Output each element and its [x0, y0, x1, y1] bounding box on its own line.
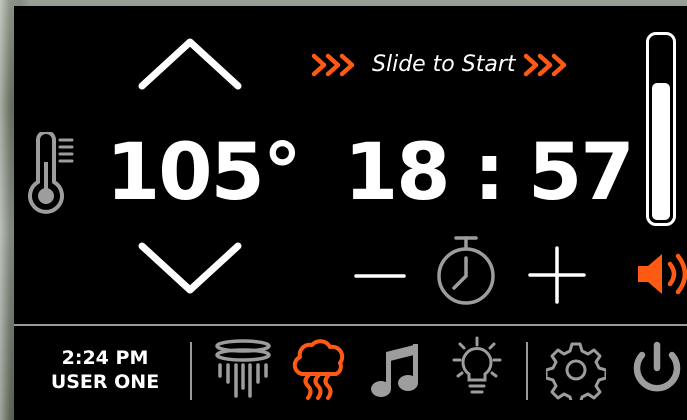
plus-icon — [528, 246, 586, 304]
settings-divider — [526, 342, 528, 400]
temperature-value: 105° — [106, 128, 302, 218]
steam-button[interactable] — [288, 336, 348, 402]
thermometer-indicator — [28, 132, 76, 214]
chevrons-right-icon — [523, 53, 566, 77]
chevrons-right-icon — [311, 53, 355, 77]
temperature-up-button[interactable] — [138, 36, 242, 90]
power-icon — [633, 341, 681, 392]
power-button[interactable] — [628, 340, 686, 400]
thermometer-icon — [28, 132, 74, 214]
light-button[interactable] — [446, 336, 508, 402]
volume-slider[interactable] — [646, 32, 676, 226]
slide-to-start[interactable]: Slide to Start — [310, 50, 568, 80]
timer-plus-button[interactable] — [524, 242, 590, 308]
timer-minus-button[interactable] — [352, 248, 408, 304]
status-divider — [190, 342, 192, 400]
chevron-down-icon — [138, 242, 242, 294]
clock-time: 2:24 PM — [61, 347, 149, 369]
timer-button[interactable] — [432, 234, 500, 306]
slide-to-start-label: Slide to Start — [372, 52, 516, 77]
status-display: 2:24 PM USER ONE — [30, 346, 180, 394]
chevron-up-icon — [138, 38, 242, 90]
user-name: USER ONE — [50, 371, 160, 393]
minus-icon — [354, 274, 406, 278]
temperature-down-button[interactable] — [138, 242, 242, 296]
settings-button[interactable] — [546, 340, 606, 400]
music-icon — [371, 344, 418, 397]
settings-gear-icon — [546, 342, 606, 400]
bottom-bar-divider — [14, 324, 687, 326]
steam-icon — [292, 339, 345, 400]
volume-button[interactable] — [634, 248, 687, 300]
timer-value: 18 : 57 — [344, 128, 635, 218]
rain-head-button[interactable] — [210, 338, 276, 400]
volume-slider-fill — [652, 83, 670, 220]
rain-head-icon — [215, 339, 271, 398]
music-button[interactable] — [370, 340, 424, 400]
light-bulb-icon — [452, 336, 502, 394]
control-panel: 105° Slide to Start 18 : 57 2:24 PM USER… — [14, 6, 687, 420]
timer-icon — [437, 236, 495, 305]
speaker-icon — [638, 253, 687, 295]
